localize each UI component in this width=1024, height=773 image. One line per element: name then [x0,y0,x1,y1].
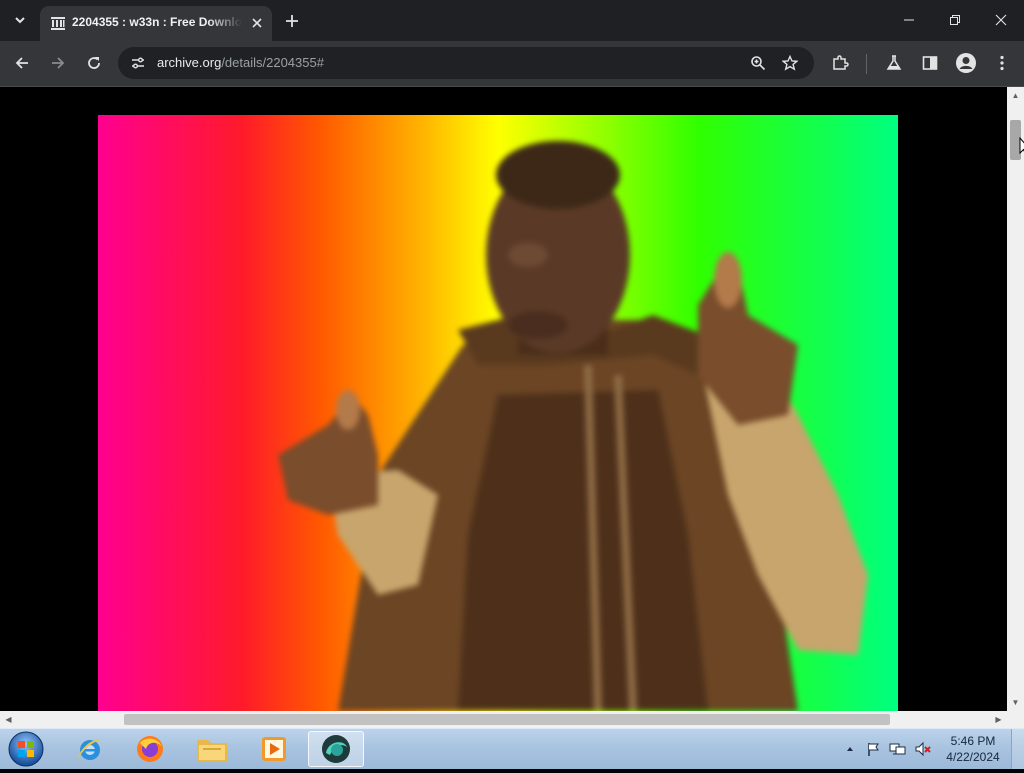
taskbar-clock[interactable]: 5:46 PM 4/22/2024 [940,733,1006,765]
avatar-icon [956,53,976,73]
start-button[interactable] [6,730,46,768]
minimize-button[interactable] [886,0,932,40]
restore-icon [950,15,960,25]
network-icon[interactable] [888,739,908,759]
back-button[interactable] [8,49,36,77]
folder-icon [197,740,227,761]
close-icon [995,14,1007,26]
tab-title: 2204355 : w33n : Free Download, Borrow, … [72,15,242,29]
scroll-up-icon[interactable]: ▲ [1007,87,1024,104]
show-desktop-button[interactable] [1011,729,1024,769]
menu-button[interactable] [988,49,1016,77]
zoom-button[interactable] [744,49,772,77]
close-tab-icon[interactable] [248,14,266,32]
browser-toolbar: archive.org/details/2204355# [0,41,1024,86]
taskbar-browser-active[interactable] [308,731,364,767]
clock-time: 5:46 PM [950,734,996,748]
windows-logo-icon [8,731,44,767]
horizontal-scroll-thumb[interactable] [124,714,890,725]
restore-button[interactable] [932,0,978,40]
star-icon [782,55,798,71]
arrow-right-icon [52,57,65,69]
horizontal-scrollbar[interactable]: ◀ ▶ [0,711,1007,728]
scroll-right-icon[interactable]: ▶ [990,711,1007,728]
vertical-scrollbar[interactable]: ▲ ▼ [1007,87,1024,711]
reload-icon [88,57,100,69]
chevron-up-icon [847,747,853,751]
tab-search-button[interactable] [6,7,34,33]
url-path: /details/2204355# [221,55,324,70]
close-window-button[interactable] [978,0,1024,40]
scrollbar-corner [1007,711,1024,728]
url-host: archive.org [157,55,222,70]
video-player[interactable] [98,115,898,711]
media-player-icon [262,737,286,761]
reload-button[interactable] [80,49,108,77]
taskbar-firefox[interactable] [122,731,178,767]
chevron-down-icon [15,17,25,24]
browser-tab[interactable]: 2204355 : w33n : Free Download, Borrow, … [40,6,272,41]
profile-button[interactable] [952,49,980,77]
address-bar[interactable]: archive.org/details/2204355# [118,47,814,79]
archive-icon [50,15,66,31]
action-center-icon[interactable] [864,739,884,759]
internet-explorer-icon [78,739,103,760]
forward-button[interactable] [44,49,72,77]
puzzle-icon [833,55,849,70]
show-hidden-icons-button[interactable] [843,739,857,759]
volume-muted-icon[interactable] [912,739,934,759]
url-text: archive.org/details/2204355# [157,55,324,70]
firefox-icon [137,736,163,762]
tab-strip: 2204355 : w33n : Free Download, Borrow, … [0,0,1024,41]
arrow-left-icon [15,57,28,69]
taskbar-media-player[interactable] [246,731,302,767]
video-frame-image [278,141,868,711]
plus-icon [286,15,298,27]
scroll-down-icon[interactable]: ▼ [1007,694,1024,711]
browser-app-icon [322,735,350,763]
site-info-icon[interactable] [124,49,152,77]
taskbar: 5:46 PM 4/22/2024 [0,728,1024,769]
clock-date: 4/22/2024 [946,750,1000,764]
more-vertical-icon [1000,55,1004,71]
page-content [0,87,1007,711]
extensions-button[interactable] [826,49,854,77]
new-tab-button[interactable] [280,9,304,33]
taskbar-file-explorer[interactable] [184,731,240,767]
taskbar-internet-explorer[interactable] [62,731,118,767]
minimize-icon [904,19,914,21]
side-panel-icon [922,56,938,70]
scroll-left-icon[interactable]: ◀ [0,711,17,728]
bookmark-button[interactable] [776,49,804,77]
toolbar-divider [866,54,867,74]
mouse-cursor-icon [1019,137,1024,155]
labs-button[interactable] [880,49,908,77]
flask-icon [886,55,902,70]
side-panel-button[interactable] [916,49,944,77]
zoom-icon [751,56,766,71]
